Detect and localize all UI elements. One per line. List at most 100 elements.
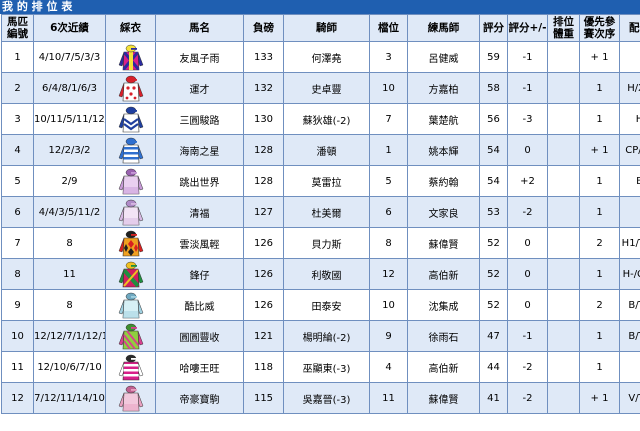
- weight-cell: 130: [243, 103, 284, 135]
- priority-cell: + 1: [579, 134, 620, 166]
- jockey-silks-icon: [118, 44, 143, 71]
- jockey-name-link[interactable]: 何澤堯: [283, 41, 370, 73]
- col-header-horse-name[interactable]: 馬名: [155, 14, 244, 42]
- jockey-silks-icon: [118, 199, 143, 226]
- priority-cell: + 1: [579, 41, 620, 73]
- rating-change-cell: 0: [507, 258, 548, 290]
- priority-cell: 1: [579, 165, 620, 197]
- table-row[interactable]: 6 4/4/3/5/11/2 清福 127 杜美爾 6 文家良 53 -2 1: [1, 196, 640, 228]
- silks-cell: [105, 289, 156, 321]
- weight-cell: 121: [243, 320, 284, 352]
- table-row[interactable]: 310/11/5/11/12/12 三圓駿路130蘇狄雄(-2)7葉楚航56-3…: [1, 103, 640, 135]
- jockey-silks-icon: [118, 137, 143, 164]
- col-header-trainer[interactable]: 練馬師: [407, 14, 480, 42]
- horse-name-link[interactable]: 雲淡風輕: [155, 227, 244, 259]
- trainer-name-link[interactable]: 蘇偉賢: [407, 227, 480, 259]
- recent-form-cell: 6/4/8/1/6/3: [33, 72, 106, 104]
- horse-name-link[interactable]: 三圓駿路: [155, 103, 244, 135]
- draw-cell: 10: [369, 72, 408, 104]
- jockey-name-link[interactable]: 巫顯東(-3): [283, 351, 370, 383]
- trainer-name-link[interactable]: 高伯新: [407, 351, 480, 383]
- jockey-silks-icon: [118, 106, 143, 133]
- horse-name-link[interactable]: 海南之星: [155, 134, 244, 166]
- trainer-name-link[interactable]: 高伯新: [407, 258, 480, 290]
- trainer-name-link[interactable]: 姚本輝: [407, 134, 480, 166]
- table-row[interactable]: 1 4/10/7/5/3/3 友風子雨 133 何澤堯 3 呂健威 59 -1 + 1: [1, 41, 640, 73]
- jockey-name-link[interactable]: 利敬國: [283, 258, 370, 290]
- recent-form-cell: 4/10/7/5/3/3: [33, 41, 106, 73]
- priority-cell: 2: [579, 289, 620, 321]
- table-row[interactable]: 811 鋒仔126利敬國12高伯新5201H-/CP1: [1, 258, 640, 290]
- weight-cell: 115: [243, 382, 284, 414]
- body-weight-cell: [547, 289, 580, 321]
- jockey-name-link[interactable]: 蘇狄雄(-2): [283, 103, 370, 135]
- draw-cell: 9: [369, 320, 408, 352]
- horse-name-link[interactable]: 圓圓豐收: [155, 320, 244, 352]
- jockey-name-link[interactable]: 莫雷拉: [283, 165, 370, 197]
- col-header-jockey[interactable]: 騎師: [283, 14, 370, 42]
- rating-cell: 47: [479, 320, 508, 352]
- col-header-rating-change[interactable]: 評分+/-: [507, 14, 548, 42]
- rating-change-cell: 0: [507, 134, 548, 166]
- horse-name-link[interactable]: 鋒仔: [155, 258, 244, 290]
- priority-cell: + 1: [579, 382, 620, 414]
- rating-cell: 52: [479, 227, 508, 259]
- table-row[interactable]: 98 酷比威126田泰安10沈集成5202B/TT: [1, 289, 640, 321]
- table-row[interactable]: 78 雲淡風輕126貝力斯8蘇偉賢5202H1/TT1: [1, 227, 640, 259]
- jockey-name-link[interactable]: 楊明綸(-2): [283, 320, 370, 352]
- table-row[interactable]: 12 7/12/11/14/10 帝豪寶駒 115 吳嘉晉(-3) 11 蘇偉賢 41 -2 +…: [1, 382, 640, 414]
- priority-cell: 1: [579, 258, 620, 290]
- table-row[interactable]: 11 12/10/6/7/10 哈嘍王旺 118 巫顯東(-3) 4 高伯新 44 -2 1: [1, 351, 640, 383]
- trainer-name-link[interactable]: 文家良: [407, 196, 480, 228]
- trainer-name-link[interactable]: 方嘉柏: [407, 72, 480, 104]
- horse-name-link[interactable]: 哈嘍王旺: [155, 351, 244, 383]
- gear-cell: [619, 196, 640, 228]
- weight-cell: 128: [243, 134, 284, 166]
- body-weight-cell: [547, 258, 580, 290]
- col-header-recent-form[interactable]: 6次近績: [33, 14, 106, 42]
- rating-change-cell: -1: [507, 41, 548, 73]
- trainer-name-link[interactable]: 蘇偉賢: [407, 382, 480, 414]
- jockey-name-link[interactable]: 田泰安: [283, 289, 370, 321]
- silks-cell: [105, 258, 156, 290]
- recent-form-cell: 12/10/6/7/10: [33, 351, 106, 383]
- weight-cell: 132: [243, 72, 284, 104]
- rating-cell: 52: [479, 258, 508, 290]
- rating-cell: 59: [479, 41, 508, 73]
- rating-cell: 44: [479, 351, 508, 383]
- draw-cell: 12: [369, 258, 408, 290]
- trainer-name-link[interactable]: 葉楚航: [407, 103, 480, 135]
- horse-name-link[interactable]: 帝豪寶駒: [155, 382, 244, 414]
- horse-name-link[interactable]: 清福: [155, 196, 244, 228]
- col-header-priority[interactable]: 優先參賽次序: [579, 14, 620, 42]
- jockey-name-link[interactable]: 吳嘉晉(-3): [283, 382, 370, 414]
- table-header-row: 馬匹編號 6次近績 綵衣 馬名 負磅 騎師 檔位 練馬師 評分 評分+/- 排位…: [1, 14, 640, 42]
- weight-cell: 128: [243, 165, 284, 197]
- trainer-name-link[interactable]: 蔡約翰: [407, 165, 480, 197]
- jockey-name-link[interactable]: 史卓豐: [283, 72, 370, 104]
- horse-name-link[interactable]: 跳出世界: [155, 165, 244, 197]
- jockey-name-link[interactable]: 潘頓: [283, 134, 370, 166]
- trainer-name-link[interactable]: 沈集成: [407, 289, 480, 321]
- horse-name-link[interactable]: 酷比威: [155, 289, 244, 321]
- trainer-name-link[interactable]: 呂健威: [407, 41, 480, 73]
- horse-name-link[interactable]: 友風子雨: [155, 41, 244, 73]
- table-row[interactable]: 412/2/3/2 海南之星128潘頓1姚本輝540 + 1CP/TT: [1, 134, 640, 166]
- jockey-name-link[interactable]: 貝力斯: [283, 227, 370, 259]
- col-header-gear[interactable]: 配備: [619, 14, 640, 42]
- table-row[interactable]: 26/4/8/1/6/3 運才132史卓豐10方嘉柏58-1 1H/XB: [1, 72, 640, 104]
- weight-cell: 126: [243, 289, 284, 321]
- col-header-horse-no[interactable]: 馬匹編號: [1, 14, 34, 42]
- col-header-draw[interactable]: 檔位: [369, 14, 408, 42]
- horse-name-link[interactable]: 運才: [155, 72, 244, 104]
- draw-cell: 5: [369, 165, 408, 197]
- draw-cell: 3: [369, 41, 408, 73]
- col-header-body-weight[interactable]: 排位體重: [547, 14, 580, 42]
- col-header-weight[interactable]: 負磅: [243, 14, 284, 42]
- trainer-name-link[interactable]: 徐雨石: [407, 320, 480, 352]
- table-row[interactable]: 1012/12/7/1/12/11 圓圓豐收121楊明綸(-2)9徐雨石47-1…: [1, 320, 640, 352]
- col-header-rating[interactable]: 評分: [479, 14, 508, 42]
- jockey-name-link[interactable]: 杜美爾: [283, 196, 370, 228]
- table-row[interactable]: 52/9 跳出世界128莫雷拉5蔡約翰54+21B: [1, 165, 640, 197]
- priority-cell: 1: [579, 72, 620, 104]
